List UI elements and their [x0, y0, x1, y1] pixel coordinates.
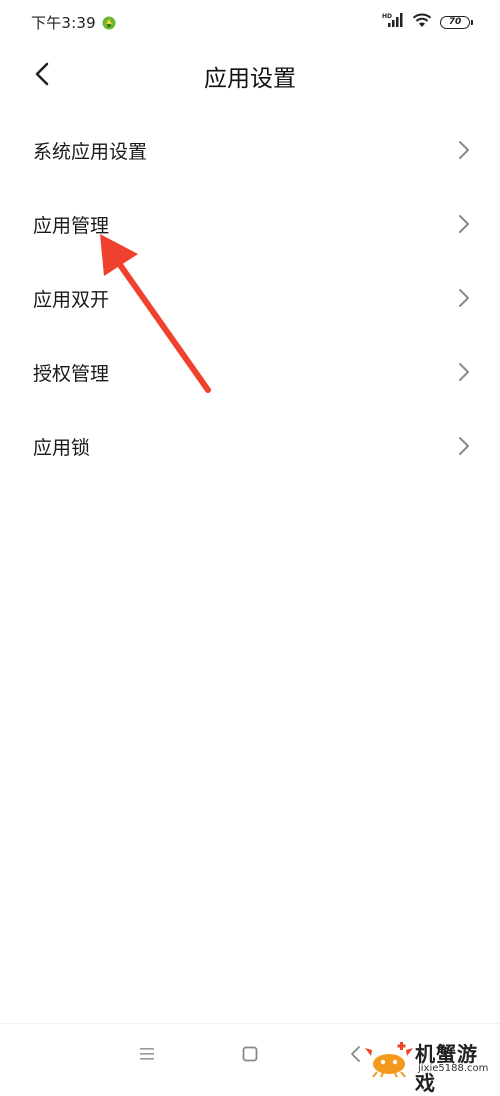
- list-item-label: 系统应用设置: [33, 140, 148, 163]
- square-icon: [242, 1046, 258, 1062]
- network-badge: HD: [382, 13, 392, 20]
- list-item-label: 应用锁: [33, 436, 91, 459]
- status-bar: 下午3:39 HD 70: [0, 0, 500, 44]
- status-indicators: HD 70: [382, 12, 473, 32]
- list-item-app-management[interactable]: 应用管理: [0, 187, 500, 261]
- chevron-right-icon: [459, 141, 469, 159]
- home-button[interactable]: [238, 1042, 262, 1066]
- crab-logo-icon: [365, 1042, 413, 1078]
- signal-icon: HD: [382, 12, 404, 32]
- list-item-dual-apps[interactable]: 应用双开: [0, 261, 500, 335]
- status-time: 下午3:39: [31, 14, 96, 32]
- list-item-permissions[interactable]: 授权管理: [0, 335, 500, 409]
- app-notification-icon: [102, 15, 116, 30]
- title-bar: 应用设置: [0, 44, 500, 106]
- page-title: 应用设置: [204, 66, 296, 92]
- wifi-icon: [412, 12, 432, 32]
- chevron-right-icon: [459, 363, 469, 381]
- chevron-right-icon: [459, 289, 469, 307]
- triangle-back-icon: [351, 1046, 360, 1062]
- settings-list: 系统应用设置 应用管理 应用双开 授权管理 应用锁: [0, 113, 500, 483]
- chevron-right-icon: [459, 215, 469, 233]
- watermark: 机蟹游戏 jixie5188.com: [363, 1036, 498, 1095]
- list-item-label: 应用管理: [33, 214, 110, 237]
- watermark-url: jixie5188.com: [418, 1063, 489, 1074]
- menu-icon: [140, 1048, 154, 1060]
- chevron-right-icon: [459, 437, 469, 455]
- list-item-app-lock[interactable]: 应用锁: [0, 409, 500, 483]
- recent-apps-button[interactable]: [135, 1042, 159, 1066]
- list-item-system-app-settings[interactable]: 系统应用设置: [0, 113, 500, 187]
- battery-icon: 70: [440, 15, 473, 29]
- list-item-label: 应用双开: [33, 288, 110, 311]
- list-item-label: 授权管理: [33, 362, 110, 385]
